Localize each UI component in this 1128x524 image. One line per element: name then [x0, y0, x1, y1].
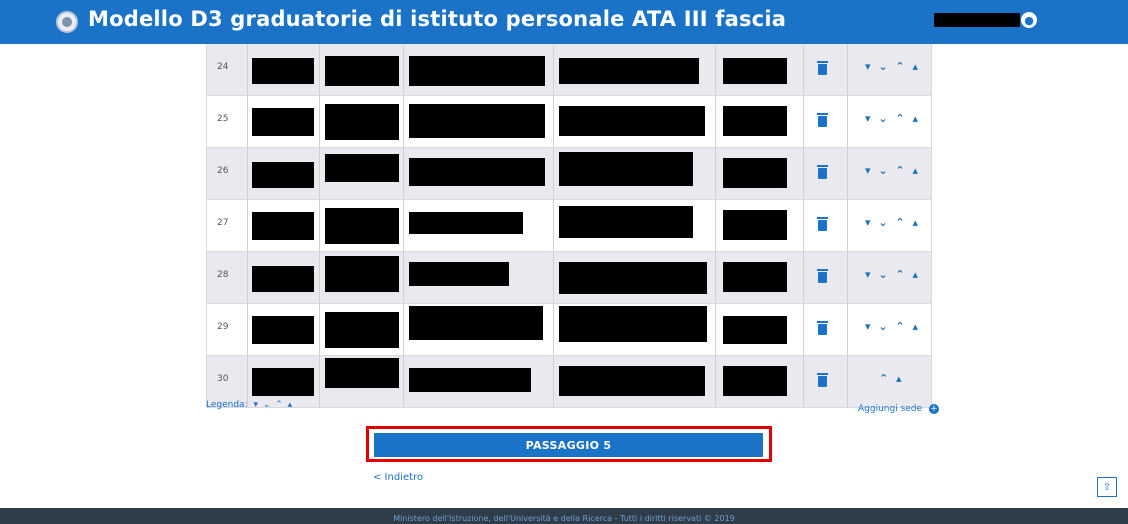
reorder-arrows[interactable]: ⌃ ▴ [879, 372, 904, 385]
redacted-cell [559, 206, 693, 238]
trash-icon[interactable] [817, 321, 828, 335]
redacted-cell [325, 312, 399, 348]
sedi-table: 24 ▾ ⌄ ⌃ ▴ 25 ▾ ⌄ ⌃ ▴ 26 ▾ ⌄ ⌃ ▴ 27 ▾ ⌄ … [206, 44, 932, 408]
redacted-cell [325, 56, 399, 86]
legend-arrows-icon: ▾ ⌄ ⌃ ▴ [253, 400, 294, 410]
page: Modello D3 graduatorie di istituto perso… [0, 0, 1128, 524]
user-name-redacted[interactable] [934, 13, 1020, 27]
reorder-arrows[interactable]: ▾ ⌄ ⌃ ▴ [865, 60, 920, 73]
redacted-cell [325, 208, 399, 244]
redacted-cell [559, 106, 705, 136]
trash-icon[interactable] [817, 373, 828, 387]
trash-icon[interactable] [817, 61, 828, 75]
table-row: 26 ▾ ⌄ ⌃ ▴ [206, 148, 932, 200]
trash-icon[interactable] [817, 165, 828, 179]
table-row: 29 ▾ ⌄ ⌃ ▴ [206, 304, 932, 356]
trash-icon[interactable] [817, 217, 828, 231]
legend-label: Legenda: [206, 400, 248, 410]
reorder-arrows[interactable]: ▾ ⌄ ⌃ ▴ [865, 216, 920, 229]
redacted-cell [559, 152, 693, 186]
table-row: 27 ▾ ⌄ ⌃ ▴ [206, 200, 932, 252]
highlight-box: PASSAGGIO 5 [366, 426, 772, 462]
republic-emblem-icon [56, 11, 78, 33]
redacted-cell [325, 154, 399, 182]
redacted-cell [723, 316, 787, 344]
trash-icon[interactable] [817, 113, 828, 127]
footer-text: Ministero dell'Istruzione, dell'Universi… [393, 514, 735, 523]
reorder-arrows[interactable]: ▾ ⌄ ⌃ ▴ [865, 112, 920, 125]
row-number: 27 [217, 218, 229, 228]
footer: Ministero dell'Istruzione, dell'Universi… [0, 508, 1128, 524]
redacted-cell [409, 368, 531, 392]
redacted-cell [252, 212, 314, 240]
row-number: 29 [217, 322, 229, 332]
trash-icon[interactable] [817, 269, 828, 283]
redacted-cell [559, 306, 707, 342]
user-icon[interactable]: ● [1021, 12, 1037, 28]
redacted-cell [723, 366, 787, 396]
reorder-arrows[interactable]: ▾ ⌄ ⌃ ▴ [865, 164, 920, 177]
row-number: 24 [217, 62, 229, 72]
row-number: 28 [217, 270, 229, 280]
redacted-cell [252, 58, 314, 84]
row-number: 25 [217, 114, 229, 124]
table-row: 30 ⌃ ▴ [206, 356, 932, 408]
redacted-cell [409, 212, 523, 234]
redacted-cell [252, 316, 314, 344]
redacted-cell [252, 162, 314, 188]
legend: Legenda: ▾ ⌄ ⌃ ▴ [206, 400, 293, 410]
redacted-cell [252, 368, 314, 396]
redacted-cell [409, 56, 545, 86]
table-row: 28 ▾ ⌄ ⌃ ▴ [206, 252, 932, 304]
passaggio-5-button[interactable]: PASSAGGIO 5 [374, 433, 763, 457]
redacted-cell [409, 104, 545, 138]
redacted-cell [252, 266, 314, 292]
redacted-cell [325, 104, 399, 140]
redacted-cell [559, 262, 707, 294]
back-link[interactable]: < Indietro [373, 472, 423, 483]
redacted-cell [559, 366, 705, 396]
redacted-cell [723, 262, 787, 292]
redacted-cell [723, 58, 787, 84]
redacted-cell [325, 256, 399, 292]
redacted-cell [409, 306, 543, 340]
redacted-cell [409, 262, 509, 286]
redacted-cell [559, 58, 699, 84]
redacted-cell [723, 210, 787, 240]
redacted-cell [409, 158, 545, 186]
reorder-arrows[interactable]: ▾ ⌄ ⌃ ▴ [865, 320, 920, 333]
page-title: Modello D3 graduatorie di istituto perso… [88, 7, 787, 31]
add-seat-link[interactable]: Aggiungi sede + [858, 404, 939, 414]
redacted-cell [252, 108, 314, 136]
redacted-cell [325, 358, 399, 388]
scroll-to-top-icon[interactable]: ⇧ [1097, 477, 1117, 497]
table-row: 25 ▾ ⌄ ⌃ ▴ [206, 96, 932, 148]
redacted-cell [723, 158, 787, 188]
redacted-cell [723, 106, 787, 136]
row-number: 30 [217, 374, 229, 384]
row-number: 26 [217, 166, 229, 176]
reorder-arrows[interactable]: ▾ ⌄ ⌃ ▴ [865, 268, 920, 281]
app-header: Modello D3 graduatorie di istituto perso… [0, 0, 1128, 44]
add-circle-icon[interactable]: + [928, 404, 939, 414]
add-seat-label[interactable]: Aggiungi sede [858, 404, 922, 414]
table-row: 24 ▾ ⌄ ⌃ ▴ [206, 44, 932, 96]
